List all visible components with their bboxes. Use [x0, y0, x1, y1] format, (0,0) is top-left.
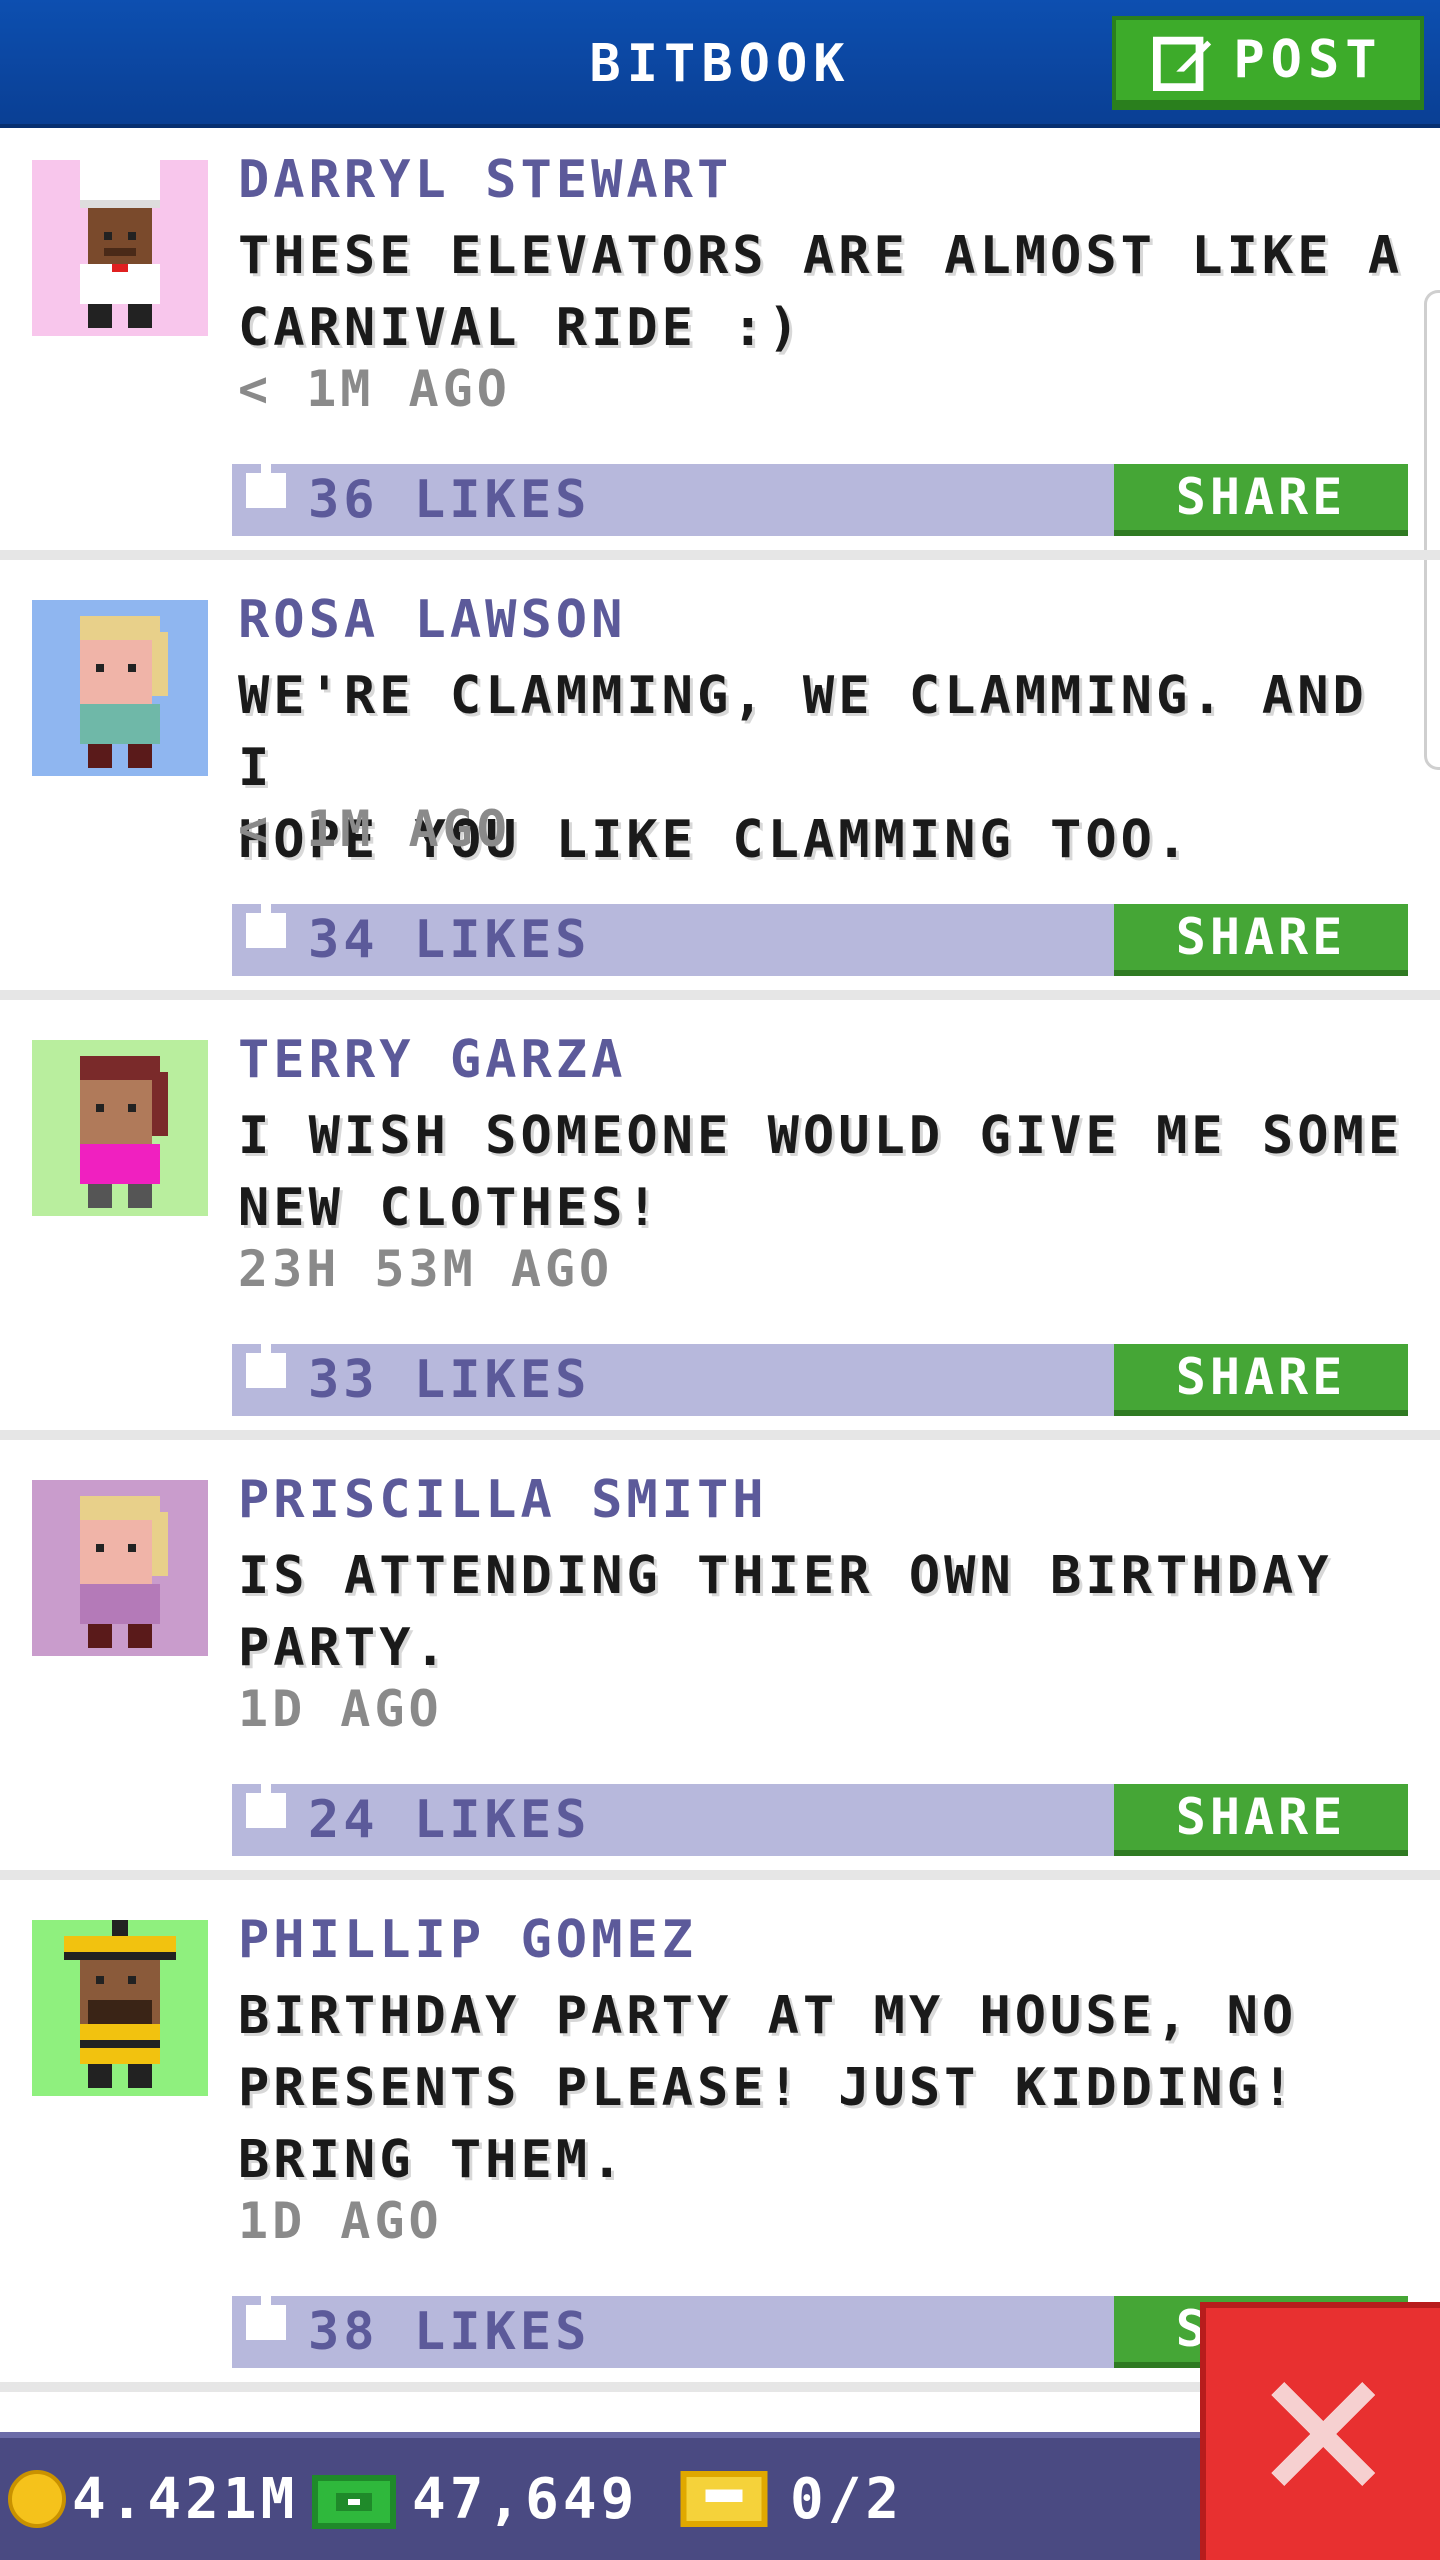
post-author[interactable]: TERRY GARZA	[238, 1030, 626, 1090]
post-author[interactable]: DARRYL STEWART	[238, 150, 732, 210]
bee-costume-avatar-icon	[64, 1920, 176, 2088]
post-author[interactable]: PRISCILLA SMITH	[238, 1470, 768, 1530]
bux-icon	[312, 2475, 396, 2529]
post-time: < 1M AGO	[238, 360, 511, 418]
post-message: I WISH SOMEONE WOULD GIVE ME SOME NEW CL…	[238, 1106, 1404, 1238]
close-icon	[1271, 2382, 1375, 2486]
golden-ticket-icon	[680, 2471, 768, 2527]
post-message: BIRTHDAY PARTY AT MY HOUSE, NO PRESENTS …	[238, 1986, 1298, 2190]
feed-post: DARRYL STEWART THESE ELEVATORS ARE ALMOS…	[0, 132, 1440, 560]
thumbs-up-icon[interactable]	[246, 2280, 286, 2340]
post-time: 23H 53M AGO	[238, 1240, 614, 1298]
coin-icon	[8, 2470, 66, 2528]
bux-stat[interactable]: 47,649	[312, 2438, 638, 2560]
likes-count: 38 LIKES	[308, 2302, 591, 2362]
thumbs-up-icon[interactable]	[246, 1328, 286, 1388]
post-button-label: POST	[1233, 30, 1383, 90]
share-button[interactable]: SHARE	[1114, 904, 1408, 976]
feed-post: TERRY GARZA I WISH SOMEONE WOULD GIVE ME…	[0, 1012, 1440, 1440]
share-button[interactable]: SHARE	[1114, 1344, 1408, 1416]
feed-post: ROSA LAWSON WE'RE CLAMMING, WE CLAMMING.…	[0, 572, 1440, 1000]
thumbs-up-icon[interactable]	[246, 1768, 286, 1828]
post-time: < 1M AGO	[238, 800, 511, 858]
post-time: 1D AGO	[238, 1680, 443, 1738]
person-avatar-icon	[80, 1056, 168, 1208]
likes-bar: 34 LIKES SHARE	[232, 888, 1408, 976]
bux-value: 47,649	[412, 2466, 639, 2532]
avatar[interactable]	[32, 600, 208, 776]
avatar[interactable]	[32, 1040, 208, 1216]
likes-bar: 33 LIKES SHARE	[232, 1328, 1408, 1416]
tickets-stat[interactable]: 0/2	[680, 2438, 903, 2560]
avatar[interactable]	[32, 1480, 208, 1656]
person-avatar-icon	[80, 1496, 168, 1648]
edit-icon	[1153, 36, 1212, 91]
coins-value: 4.421M	[72, 2466, 299, 2532]
person-avatar-icon	[80, 616, 168, 768]
thumbs-up-icon[interactable]	[246, 888, 286, 948]
likes-count: 33 LIKES	[308, 1350, 591, 1410]
app-header: BITBOOK POST	[0, 0, 1440, 128]
close-button[interactable]	[1200, 2302, 1440, 2560]
likes-count: 34 LIKES	[308, 910, 591, 970]
chef-avatar-icon	[80, 160, 160, 328]
post-time: 1D AGO	[238, 2192, 443, 2250]
avatar[interactable]	[32, 160, 208, 336]
likes-bar: 24 LIKES SHARE	[232, 1768, 1408, 1856]
post-button[interactable]: POST	[1112, 16, 1424, 110]
post-author[interactable]: ROSA LAWSON	[238, 590, 626, 650]
likes-count: 36 LIKES	[308, 470, 591, 530]
likes-bar: 36 LIKES SHARE	[232, 448, 1408, 536]
post-author[interactable]: PHILLIP GOMEZ	[238, 1910, 697, 1970]
post-message: IS ATTENDING THIER OWN BIRTHDAY PARTY.	[238, 1546, 1333, 1678]
feed-post: PRISCILLA SMITH IS ATTENDING THIER OWN B…	[0, 1452, 1440, 1880]
coins-stat[interactable]: 4.421M	[8, 2438, 298, 2560]
share-button[interactable]: SHARE	[1114, 1784, 1408, 1856]
tickets-value: 0/2	[790, 2466, 904, 2532]
thumbs-up-icon[interactable]	[246, 448, 286, 508]
share-button[interactable]: SHARE	[1114, 464, 1408, 536]
post-message: THESE ELEVATORS ARE ALMOST LIKE A CARNIV…	[238, 226, 1404, 358]
likes-count: 24 LIKES	[308, 1790, 591, 1850]
avatar[interactable]	[32, 1920, 208, 2096]
